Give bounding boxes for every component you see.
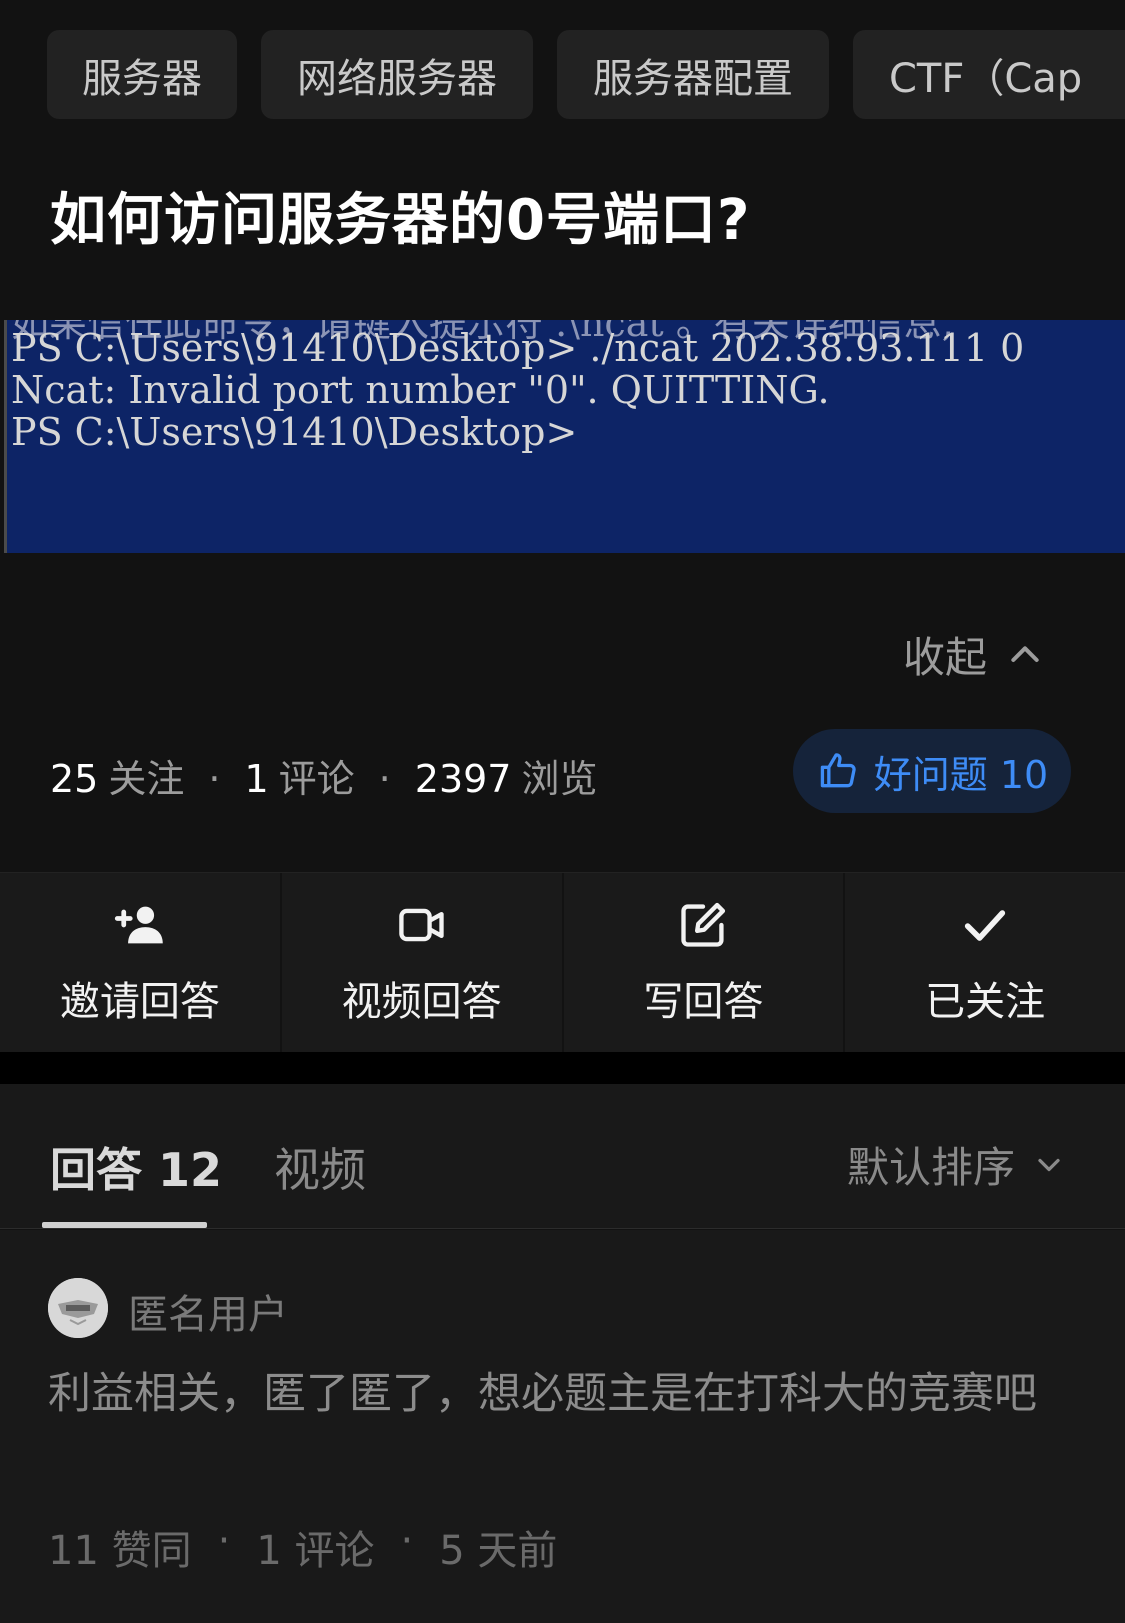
check-icon	[964, 909, 1006, 941]
views-label: 浏览	[521, 757, 598, 801]
write-answer-button[interactable]: 写回答	[564, 873, 846, 1052]
tag-ctf[interactable]: CTF（Cap	[853, 30, 1125, 119]
followed-label: 已关注	[925, 978, 1046, 1025]
video-camera-icon	[398, 908, 444, 941]
terminal-line: Ncat: Invalid port number "0". QUITTING.	[11, 368, 830, 412]
section-divider	[0, 1052, 1125, 1084]
question-action-bar: 邀请回答 视频回答 写回答 已关注	[0, 872, 1125, 1052]
separator: ·	[217, 1518, 231, 1564]
tab-video[interactable]: 视频	[274, 1134, 366, 1200]
chevron-up-icon	[1011, 645, 1039, 662]
collapse-button[interactable]: 收起	[903, 624, 1045, 685]
answers-tab-bar: 回答 12 视频 默认排序	[0, 1084, 1125, 1229]
active-tab-indicator	[42, 1222, 207, 1228]
anonymous-avatar-icon	[48, 1278, 108, 1338]
video-answer-label: 视频回答	[341, 978, 502, 1025]
comments-count: 1 评论	[256, 1528, 375, 1574]
sort-dropdown[interactable]: 默认排序	[847, 1134, 1067, 1195]
answer-excerpt[interactable]: 利益相关，匿了匿了，想必题主是在打科大的竞赛吧	[48, 1360, 1078, 1428]
edit-icon	[681, 902, 726, 947]
invite-answer-label: 邀请回答	[59, 978, 220, 1025]
separator: ·	[400, 1518, 414, 1564]
good-question-label: 好问题 10	[873, 752, 1049, 797]
add-user-icon	[114, 906, 163, 943]
topic-tags: 服务器 网络服务器 服务器配置 CTF（Cap	[0, 0, 1125, 150]
terminal-line: PS C:\Users\91410\Desktop>	[11, 410, 578, 454]
good-question-button[interactable]: 好问题 10	[793, 729, 1071, 813]
answer-meta: 11 赞同 · 1 评论 · 5 天前	[48, 1518, 557, 1576]
answer-card[interactable]: 匿名用户 利益相关，匿了匿了，想必题主是在打科大的竞赛吧 11 赞同 · 1 评…	[0, 1230, 1125, 1623]
terminal-line: PS C:\Users\91410\Desktop> ./ncat 202.38…	[11, 326, 1025, 370]
question-stats: 25 关注 · 1 评论 · 2397 浏览	[50, 748, 598, 803]
write-answer-label: 写回答	[643, 978, 764, 1025]
follows-label: 关注	[108, 757, 185, 801]
answer-time: 5 天前	[439, 1528, 558, 1574]
views-count: 2397	[414, 757, 512, 801]
video-answer-button[interactable]: 视频回答	[282, 873, 564, 1052]
tab-answers[interactable]: 回答 12	[50, 1134, 222, 1200]
comments-label[interactable]: 评论	[279, 748, 355, 803]
likes-count: 11 赞同	[48, 1528, 192, 1574]
comments-count: 1	[244, 757, 269, 801]
follows-count: 25	[50, 757, 99, 801]
thumbs-up-icon	[820, 753, 856, 788]
question-title: 如何访问服务器的0号端口?	[50, 188, 751, 253]
separator: ·	[378, 757, 391, 801]
sort-label: 默认排序	[846, 1143, 1015, 1192]
chevron-down-icon	[1038, 1158, 1060, 1171]
avatar[interactable]	[48, 1278, 108, 1338]
tag-server-config[interactable]: 服务器配置	[557, 30, 829, 119]
collapse-label: 收起	[902, 633, 987, 682]
followed-button[interactable]: 已关注	[845, 873, 1125, 1052]
question-image-terminal[interactable]: 如果信任此命令，请键入提示符 .\ncat 。有关详细信息, PS C:\Use…	[4, 320, 1125, 553]
tag-network-server[interactable]: 网络服务器	[261, 30, 533, 119]
separator: ·	[208, 757, 221, 801]
invite-answer-button[interactable]: 邀请回答	[0, 873, 282, 1052]
author-name[interactable]: 匿名用户	[128, 1282, 288, 1340]
tag-server[interactable]: 服务器	[47, 30, 237, 119]
